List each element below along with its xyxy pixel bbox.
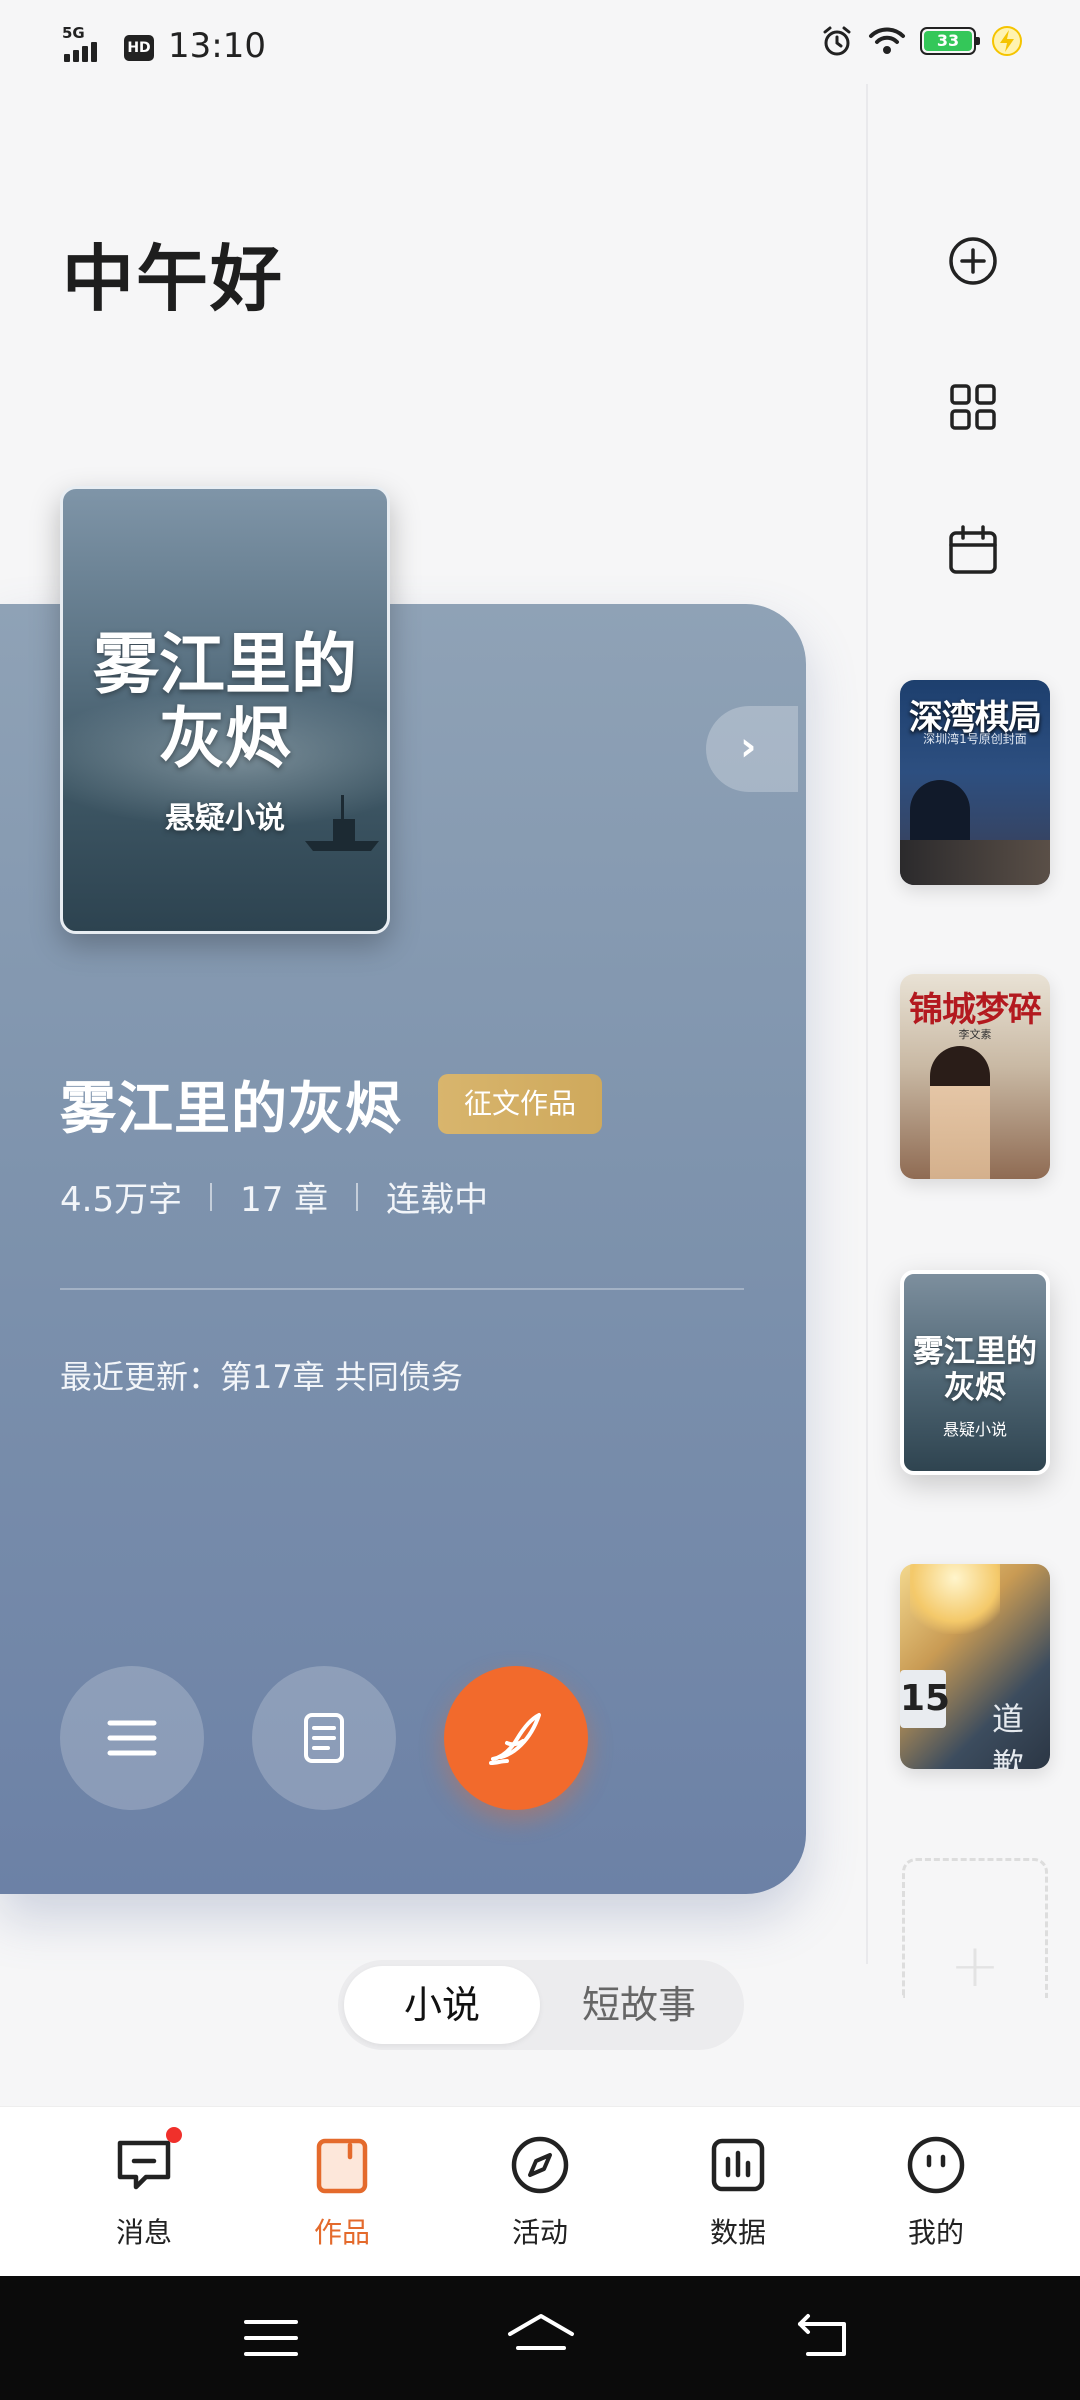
charging-icon [992, 26, 1022, 56]
chapter-count: 17 章 [240, 1180, 329, 1220]
menu-button[interactable] [60, 1666, 204, 1810]
stats-divider [356, 1182, 359, 1211]
clock-time: 13:10 [168, 26, 266, 66]
system-navigation-bar [0, 2276, 1080, 2400]
cellular-signal-icon: 5G [62, 24, 110, 64]
profile-icon [907, 2136, 965, 2194]
nav-activities[interactable]: 活动 [480, 2121, 600, 2261]
sidebar-book-1[interactable]: 深湾棋局 深圳湾1号原创封面 [900, 680, 1050, 885]
works-icon [316, 2138, 368, 2194]
category-toggle: 小说 短故事 [338, 1960, 744, 2050]
recent-update: 最近更新：第17章 共同债务 [60, 1358, 463, 1396]
battery-level: 33 [924, 31, 972, 51]
chart-icon [711, 2138, 765, 2192]
add-book-plus-icon: + [949, 1931, 1001, 2001]
add-book-placeholder[interactable]: + [902, 1858, 1048, 2001]
recent-apps-icon[interactable] [236, 2308, 306, 2368]
compass-icon [511, 2136, 569, 2194]
document-button[interactable] [252, 1666, 396, 1810]
nav-messages-label: 消息 [115, 2216, 172, 2249]
status-right: 33 [820, 24, 1024, 58]
battery-icon: 33 [920, 27, 980, 55]
document-icon [304, 1713, 344, 1763]
alarm-icon [823, 26, 851, 56]
hd-icon: HD [124, 35, 154, 61]
stats-divider [210, 1182, 213, 1211]
chessboard [900, 840, 1050, 885]
sidebar-book-3[interactable]: 雾江里的灰烬 悬疑小说 [900, 1270, 1050, 1475]
nav-activities-label: 活动 [511, 2216, 568, 2249]
sidebar-book-4-number: 15 [900, 1670, 950, 1728]
segment-novel[interactable]: 小说 [344, 1966, 540, 2044]
wifi-icon [869, 27, 905, 54]
book-stats: 4.5万字 17 章 连载中 [60, 1172, 488, 1221]
nav-messages[interactable]: 消息 [84, 2121, 204, 2261]
back-icon[interactable] [790, 2308, 860, 2368]
book-cover[interactable]: 雾江里的 灰烬 悬疑小说 [60, 486, 390, 934]
sidebar-book-2[interactable]: 锦城梦碎 李文素 [900, 974, 1050, 1179]
book-title: 雾江里的灰烬 [60, 1077, 402, 1142]
cover-title-line2: 灰烬 [159, 699, 291, 777]
sidebar-book-2-subtitle: 李文素 [958, 1028, 992, 1041]
card-divider [60, 1288, 744, 1290]
grid-icon[interactable] [944, 378, 1002, 436]
nav-works-label: 作品 [313, 2216, 370, 2249]
sidebar-book-2-title: 锦城梦碎 [909, 990, 1042, 1030]
cover-title-line1: 雾江里的 [93, 625, 357, 703]
word-count: 4.5万字 [60, 1180, 183, 1220]
menu-icon [107, 1720, 157, 1756]
serial-status: 连载中 [386, 1180, 489, 1220]
segment-short-story[interactable]: 短故事 [540, 1966, 738, 2044]
sidebar-book-4[interactable]: 15 道歉 [900, 1564, 1050, 1769]
greeting-title: 中午好 [62, 236, 285, 321]
quill-icon [489, 1713, 541, 1765]
bottom-navigation: 消息 作品 活动 数据 我的 [0, 2106, 1080, 2276]
status-bar: 5G HD 13:10 33 [0, 0, 1080, 84]
sidebar-divider [866, 84, 868, 1964]
home-icon[interactable] [506, 2308, 576, 2368]
card-next-button[interactable]: › [706, 706, 798, 792]
write-button[interactable] [444, 1666, 588, 1810]
cover-subtitle: 悬疑小说 [165, 801, 285, 836]
chevron-right-icon: › [740, 724, 757, 770]
calendar-icon[interactable] [944, 522, 1002, 580]
nav-data-label: 数据 [709, 2216, 766, 2249]
sidebar-book-1-subtitle: 深圳湾1号原创封面 [923, 732, 1027, 746]
nav-profile-label: 我的 [907, 2216, 964, 2249]
add-icon[interactable] [944, 232, 1002, 290]
contest-badge: 征文作品 [438, 1074, 603, 1134]
sidebar-book-4-title: 道歉 [992, 1700, 1025, 1769]
lamp-glow [910, 1564, 1000, 1634]
sidebar-book-3-subtitle: 悬疑小说 [942, 1420, 1007, 1439]
nav-works[interactable]: 作品 [282, 2121, 402, 2261]
message-icon [117, 2140, 171, 2190]
nav-data[interactable]: 数据 [678, 2121, 798, 2261]
network-type: 5G [62, 24, 85, 42]
woman-figure [930, 1046, 990, 1179]
notification-dot [166, 2127, 182, 2143]
sidebar-book-3-title: 雾江里的灰烬 [913, 1334, 1037, 1406]
status-left: 5G HD 13:10 [62, 22, 266, 66]
nav-profile[interactable]: 我的 [876, 2121, 996, 2261]
